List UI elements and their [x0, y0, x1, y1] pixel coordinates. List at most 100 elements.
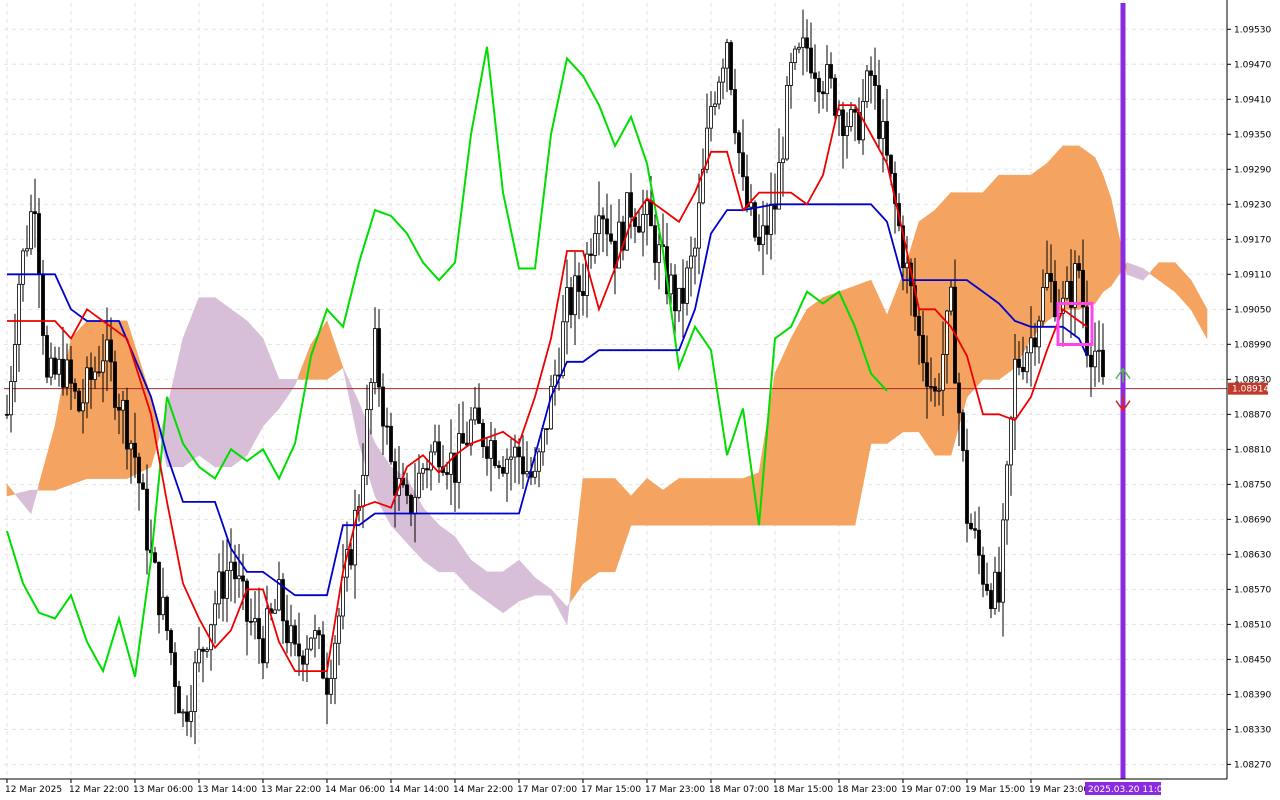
- candle-bear: [889, 154, 893, 174]
- cloud-segment: [590, 478, 596, 579]
- candle-bear: [77, 390, 81, 412]
- candle-bull: [789, 62, 793, 86]
- cloud-segment: [1170, 262, 1176, 293]
- cloud-segment: [782, 347, 788, 526]
- cloud-segment: [518, 559, 524, 602]
- y-axis-panel: [1228, 0, 1280, 800]
- cloud-segment: [234, 311, 240, 465]
- cloud-segment: [650, 480, 656, 526]
- cloud-segment: [586, 478, 592, 582]
- candle-bear: [125, 399, 129, 450]
- marker-time-tag: 2025.03.20 11:00: [1085, 782, 1169, 795]
- y-tick-label: 1.08750: [1234, 480, 1271, 490]
- candle-bull: [1025, 352, 1029, 373]
- y-tick-label: 1.09290: [1234, 165, 1271, 175]
- candle-bull: [793, 48, 797, 63]
- candle-bear: [501, 467, 505, 474]
- y-tick-label: 1.09410: [1234, 95, 1271, 105]
- candle-bear: [497, 465, 501, 468]
- y-tick-label: 1.08990: [1234, 340, 1271, 350]
- candle-bear: [969, 522, 973, 530]
- x-tick-label: 17 Mar 07:00: [517, 785, 577, 795]
- x-tick-label: 13 Mar 22:00: [261, 785, 321, 795]
- cloud-segment: [1158, 262, 1164, 284]
- cloud-segment: [1186, 274, 1192, 311]
- candle-bull: [1029, 337, 1033, 354]
- candle-bear: [165, 596, 169, 631]
- cloud-segment: [622, 486, 628, 549]
- candle-bull: [1097, 349, 1101, 352]
- candle-bear: [817, 78, 821, 93]
- candle-bear: [805, 37, 809, 49]
- candle-bull: [941, 354, 945, 391]
- cloud-segment: [374, 442, 380, 504]
- cloud-segment: [1014, 174, 1020, 368]
- candle-bear: [137, 456, 141, 484]
- candle-bull: [697, 202, 701, 249]
- cloud-segment: [90, 320, 96, 479]
- cloud-segment: [1126, 262, 1132, 277]
- cloud-segment: [1010, 174, 1016, 372]
- candle-bear: [517, 446, 521, 458]
- candle-bear: [245, 580, 249, 622]
- candle-bull: [593, 233, 597, 256]
- cloud-segment: [746, 475, 752, 526]
- candle-bull: [645, 200, 649, 215]
- cloud-segment: [482, 568, 488, 602]
- cloud-segment: [1018, 174, 1024, 361]
- x-tick-label: 19 Mar 07:00: [901, 785, 961, 795]
- cloud-segment: [930, 209, 936, 457]
- candle-bear: [325, 677, 329, 695]
- cloud-segment: [1182, 270, 1188, 306]
- cloud-segment: [710, 478, 716, 526]
- cloud-segment: [698, 478, 704, 526]
- cloud-segment: [826, 294, 832, 526]
- cloud-segment: [630, 490, 636, 526]
- candle-bull: [305, 648, 309, 665]
- candle-bear: [857, 111, 861, 141]
- candle-bear: [933, 386, 937, 392]
- candle-bull: [237, 575, 241, 580]
- cloud-segment: [230, 308, 236, 468]
- candle-bull: [365, 409, 369, 476]
- cloud-segment: [902, 261, 908, 433]
- cloud-segment: [382, 454, 388, 519]
- cloud-segment: [474, 562, 480, 596]
- cloud-segment: [206, 297, 212, 465]
- cloud-segment: [938, 200, 944, 456]
- cloud-segment: [618, 482, 624, 561]
- candle-bull: [373, 328, 377, 384]
- cloud-segment: [490, 571, 496, 608]
- candle-bear: [581, 291, 585, 296]
- cloud-segment: [646, 477, 652, 526]
- y-tick-label: 1.09470: [1234, 60, 1271, 70]
- candle-bear: [833, 77, 837, 116]
- candle-bear: [765, 225, 769, 235]
- x-tick-label: 14 Mar 06:00: [325, 785, 385, 795]
- candle-bear: [821, 91, 825, 95]
- candle-bear: [841, 109, 845, 136]
- candle-bear: [153, 552, 157, 563]
- candle-bull: [369, 382, 373, 410]
- candle-bear: [741, 152, 745, 178]
- y-tick-label: 1.09350: [1234, 130, 1271, 140]
- candle-bull: [489, 440, 493, 459]
- candle-bull: [797, 46, 801, 50]
- cloud-segment: [174, 355, 180, 468]
- candle-bull: [57, 358, 61, 375]
- candle-bear: [649, 200, 653, 227]
- candle-bear: [569, 287, 573, 316]
- y-tick-label: 1.08330: [1234, 725, 1271, 735]
- candle-bear: [973, 528, 977, 531]
- candle-bear: [609, 233, 613, 242]
- cloud-segment: [882, 306, 888, 444]
- cloud-segment: [606, 478, 612, 573]
- cloud-segment: [706, 478, 712, 526]
- cloud-segment: [674, 477, 680, 526]
- y-tick-label: 1.08870: [1234, 410, 1271, 420]
- candle-bear: [233, 561, 237, 580]
- candle-bull: [1001, 519, 1005, 603]
- cloud-segment: [262, 338, 268, 427]
- candle-bear: [393, 461, 397, 496]
- x-tick-label: 13 Mar 14:00: [197, 785, 257, 795]
